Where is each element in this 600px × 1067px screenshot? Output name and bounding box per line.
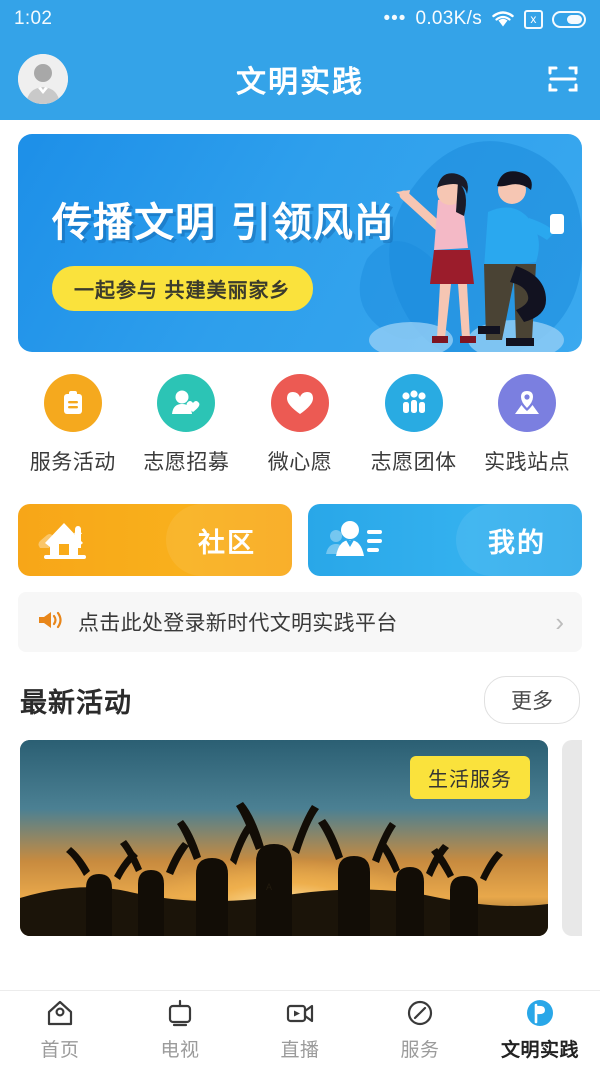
person-heart-icon xyxy=(157,374,216,432)
tab-label: 首页 xyxy=(40,1039,80,1061)
quick-action-label: 服务活动 xyxy=(29,451,116,474)
quick-action-group[interactable]: 志愿团体 xyxy=(357,374,471,476)
page-title: 文明实践 xyxy=(236,66,364,99)
tab-label: 文明实践 xyxy=(500,1039,579,1061)
tab-label: 电视 xyxy=(160,1039,200,1061)
svg-text:A: A xyxy=(266,882,272,892)
heart-icon xyxy=(270,374,329,432)
activity-card[interactable]: A 生活服务 xyxy=(20,740,548,936)
banner-section: 传播文明 引领风尚 一起参与 共建美丽家乡 xyxy=(0,120,600,352)
login-notice-bar[interactable]: 点击此处登录新时代文明实践平台 › xyxy=(18,592,582,652)
activity-card-list[interactable]: A 生活服务 xyxy=(0,724,600,936)
user-avatar[interactable] xyxy=(18,54,68,104)
scan-qr-icon[interactable] xyxy=(544,60,582,98)
home-icon xyxy=(45,997,75,1029)
quick-actions: 服务活动 志愿招募 微心愿 志愿团体 实践站点 xyxy=(0,352,600,486)
quick-action-station[interactable]: 实践站点 xyxy=(470,374,584,476)
activity-badge: 生活服务 xyxy=(410,756,530,799)
quick-action-label: 志愿招募 xyxy=(143,451,230,474)
house-icon xyxy=(34,514,96,566)
banner-text: 传播文明 引领风尚 一起参与 共建美丽家乡 xyxy=(52,190,395,311)
status-time: 1:02 xyxy=(14,8,53,29)
banner-subline: 一起参与 共建美丽家乡 xyxy=(52,266,313,311)
no-sim-glyph: x xyxy=(530,12,537,26)
bottom-tab-bar: 首页 电视 直播 服务 文明实践 xyxy=(0,990,600,1067)
flag-icon xyxy=(524,997,556,1029)
quick-action-service[interactable]: 服务活动 xyxy=(16,374,130,476)
main-content: 传播文明 引领风尚 一起参与 共建美丽家乡 服务活动 志愿招募 微心愿 志愿团体… xyxy=(0,120,600,990)
tab-live[interactable]: 直播 xyxy=(240,997,360,1062)
activity-card-next-peek[interactable] xyxy=(562,740,582,936)
battery-icon xyxy=(552,10,586,28)
tab-civilization-practice[interactable]: 文明实践 xyxy=(480,997,600,1062)
clipboard-icon xyxy=(43,374,102,432)
banner-illustration xyxy=(369,171,564,352)
tab-label: 服务 xyxy=(400,1039,440,1061)
compass-icon xyxy=(405,997,435,1029)
group-people-icon xyxy=(384,374,443,432)
community-card[interactable]: 社区 xyxy=(18,504,292,576)
banner-headline: 传播文明 引领风尚 xyxy=(52,200,395,246)
tab-label: 直播 xyxy=(280,1039,320,1061)
status-dots: ••• xyxy=(383,8,407,29)
quick-action-recruit[interactable]: 志愿招募 xyxy=(130,374,244,476)
user-profile-icon xyxy=(324,514,386,566)
tab-home[interactable]: 首页 xyxy=(0,997,120,1062)
quick-action-label: 微心愿 xyxy=(267,451,333,474)
promo-banner[interactable]: 传播文明 引领风尚 一起参与 共建美丽家乡 xyxy=(18,134,582,352)
activity-section-header: 最新活动 更多 xyxy=(0,652,600,724)
community-card-label: 社区 xyxy=(198,527,256,558)
app-header: 文明实践 xyxy=(0,38,600,120)
live-video-icon xyxy=(284,997,316,1029)
tv-icon xyxy=(165,997,195,1029)
app-root: 1:02 ••• 0.03K/s x 文明实践 传播文明 引领风尚 一起参与 共… xyxy=(0,0,600,1067)
wifi-icon xyxy=(491,10,515,28)
map-pin-icon xyxy=(498,374,557,432)
tab-service[interactable]: 服务 xyxy=(360,997,480,1062)
status-bar: 1:02 ••• 0.03K/s x xyxy=(0,0,600,38)
section-title: 最新活动 xyxy=(20,687,132,718)
notice-section: 点击此处登录新时代文明实践平台 › xyxy=(0,576,600,652)
quick-action-label: 志愿团体 xyxy=(370,451,457,474)
notice-text: 点击此处登录新时代文明实践平台 xyxy=(78,612,398,635)
quick-action-label: 实践站点 xyxy=(484,451,571,474)
no-sim-icon: x xyxy=(524,9,543,29)
more-button[interactable]: 更多 xyxy=(484,676,580,724)
chevron-right-icon[interactable]: › xyxy=(555,609,564,635)
speaker-icon xyxy=(36,608,64,637)
network-speed: 0.03K/s xyxy=(415,8,482,29)
mine-card[interactable]: 我的 xyxy=(308,504,582,576)
quick-action-wish[interactable]: 微心愿 xyxy=(243,374,357,476)
mine-card-label: 我的 xyxy=(488,527,546,558)
tab-tv[interactable]: 电视 xyxy=(120,997,240,1062)
duo-card-row: 社区 我的 xyxy=(0,486,600,576)
